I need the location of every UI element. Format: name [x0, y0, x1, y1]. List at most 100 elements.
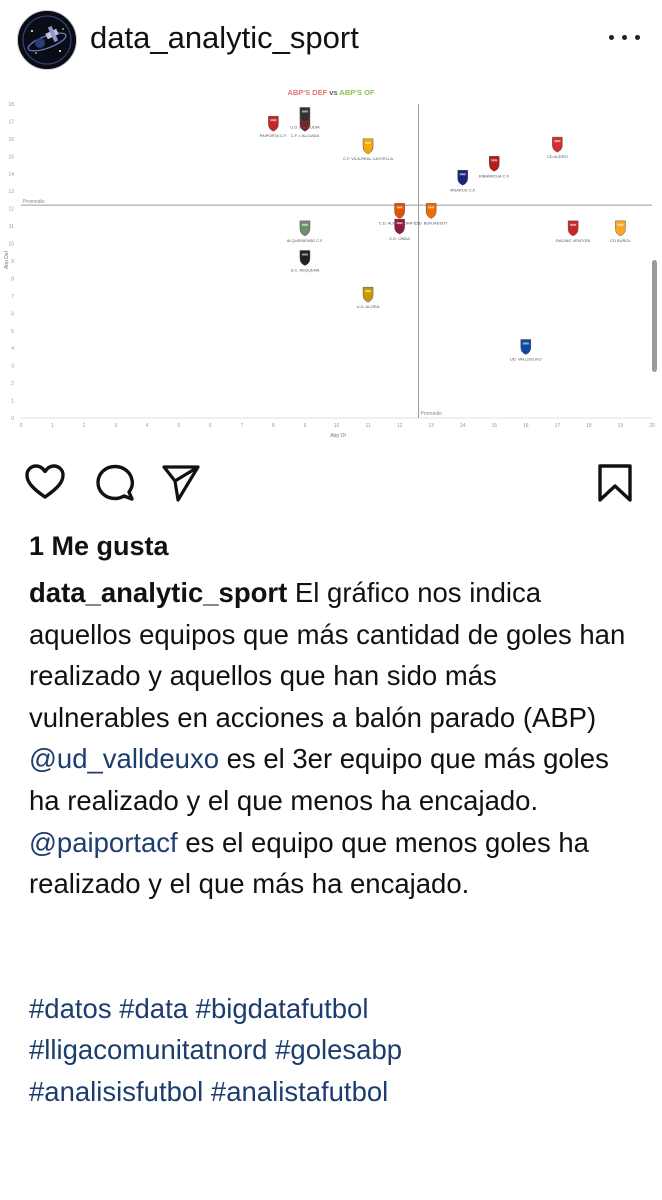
x-tick-label: 9: [304, 423, 307, 429]
average-label-vertical: Promedio: [421, 411, 443, 417]
hashtags-line-3: #analisisfutbol #analistafutbol: [29, 1071, 644, 1113]
bookmark-icon: [598, 464, 632, 502]
mention-paiportacf[interactable]: @paiportacf: [29, 827, 178, 858]
x-tick-label: 5: [177, 423, 180, 429]
y-tick-label: 7: [11, 294, 14, 300]
team-crest-stripe: [491, 159, 498, 162]
y-tick-label: 14: [8, 172, 14, 178]
hashtags[interactable]: #analisisfutbol #analistafutbol: [29, 1076, 388, 1107]
y-tick-label: 1: [11, 399, 14, 405]
team-label: C.D. ONDA: [389, 236, 410, 241]
team-crest-stripe: [365, 141, 372, 144]
hashtags-line-2: #lligacomunitatnord #golesabp: [29, 1029, 644, 1071]
x-tick-label: 4: [146, 423, 149, 429]
y-tick-label: 0: [11, 416, 14, 422]
post-image[interactable]: ABP'S DEF vs ABP'S OF 0 1 2 3 4 5 6 7 8 9 10 11 12 13 1…: [0, 80, 662, 462]
caption-paragraph-3: @paiportacf es el equipo que menos goles…: [29, 822, 644, 905]
satellite-logo-icon: [18, 11, 76, 69]
likes-count[interactable]: 1 Me gusta: [29, 531, 169, 562]
post-actions: [0, 462, 662, 512]
team-crest-point: [362, 138, 374, 155]
y-tick-label: 3: [11, 364, 14, 370]
x-tick-label: 17: [555, 423, 561, 429]
y-tick-label: 6: [11, 311, 14, 317]
team-crest-point: [299, 107, 311, 123]
y-tick-label: 12: [8, 207, 14, 213]
team-crest-point: [425, 203, 437, 219]
team-label: U.D. ALZIRA: [357, 304, 380, 309]
y-tick-label: 13: [8, 189, 14, 195]
hashtags-line-1: #datos #data #bigdatafutbol: [29, 988, 644, 1030]
team-crest-stripe: [459, 173, 466, 176]
team-crest-point: [362, 286, 374, 303]
team-crest-stripe: [522, 342, 529, 345]
x-tick-label: 11: [365, 423, 370, 429]
x-tick-label: 12: [397, 423, 403, 429]
more-dot: [635, 35, 640, 40]
x-tick-label: 15: [491, 423, 497, 429]
team-label: C.F. L'ALCUDIA: [291, 133, 320, 138]
y-tick-label: 17: [8, 119, 14, 125]
more-dot: [622, 35, 627, 40]
team-crest-stripe: [617, 223, 624, 226]
save-button[interactable]: [594, 462, 636, 504]
x-tick-label: 8: [272, 423, 275, 429]
team-crest-point: [457, 170, 468, 186]
comment-button[interactable]: [94, 462, 136, 504]
team-crest-point: [552, 136, 563, 153]
hashtags[interactable]: #datos #data #bigdatafutbol: [29, 993, 368, 1024]
x-tick-label: 10: [334, 423, 340, 429]
team-label: ALQUERIENSE C.F.: [287, 238, 324, 243]
more-horizontal-icon: [609, 35, 614, 40]
caption-username[interactable]: data_analytic_sport: [29, 577, 287, 608]
chart-title: ABP'S DEF vs ABP'S OF: [287, 88, 374, 97]
team-label: VINAROS C.F.: [450, 187, 476, 192]
chart-title-part: ABP'S OF: [339, 88, 375, 97]
team-crest-point: [567, 220, 579, 237]
team-crest-stripe: [396, 222, 403, 225]
x-tick-label: 7: [240, 423, 243, 429]
average-label-horizontal: Promedio: [23, 199, 45, 205]
team-label: PAIPORTA C.F.: [260, 133, 288, 138]
team-crest-stripe: [270, 119, 277, 122]
caption-paragraph-2: @ud_valldeuxo es el 3er equipo que más g…: [29, 738, 644, 821]
avatar[interactable]: [17, 10, 77, 70]
team-label: UD. VALLDEUXO: [510, 356, 542, 361]
header-username[interactable]: data_analytic_sport: [90, 20, 359, 56]
chart-title-part: ABP'S DEF: [287, 88, 327, 97]
send-icon: [162, 465, 200, 502]
team-label: CD BUÑOL: [610, 238, 631, 243]
caption-paragraph-1: data_analytic_sport El gráfico nos indic…: [29, 572, 644, 738]
x-tick-label: 13: [428, 423, 434, 429]
post-caption: data_analytic_sport El gráfico nos indic…: [29, 572, 644, 1113]
share-button[interactable]: [160, 462, 202, 504]
y-tick-label: 11: [9, 224, 14, 230]
mention-ud-valldeuxo[interactable]: @ud_valldeuxo: [29, 743, 219, 774]
team-crest-stripe: [301, 253, 308, 256]
team-label: RACING VENTORI: [556, 238, 590, 243]
y-axis-label: Abp Def: [4, 250, 10, 269]
team-crest-point: [394, 218, 405, 235]
more-options-button[interactable]: [608, 26, 642, 48]
team-crest-stripe: [396, 206, 403, 209]
y-tick-label: 18: [8, 102, 14, 108]
x-tick-label: 1: [51, 423, 54, 429]
team-crest-point: [489, 156, 500, 172]
image-scrollbar[interactable]: [652, 260, 657, 372]
x-tick-label: 18: [586, 423, 592, 429]
x-tick-label: 16: [523, 423, 529, 429]
team-crest-point: [520, 339, 532, 355]
like-button[interactable]: [24, 462, 66, 504]
team-crest-stripe: [301, 223, 308, 226]
scatter-chart: ABP'S DEF vs ABP'S OF0123456789101112131…: [4, 88, 655, 439]
y-tick-label: 15: [8, 154, 14, 160]
y-tick-label: 5: [11, 329, 14, 335]
hashtags[interactable]: #lligacomunitatnord #golesabp: [29, 1034, 402, 1065]
team-crest-point: [299, 250, 311, 266]
team-crest-point: [615, 220, 626, 237]
chart-title-part: vs: [327, 88, 339, 97]
team-label: RIBARROJA C.F.: [479, 173, 510, 178]
team-label: U.D. L'ALCUDIA: [290, 124, 320, 129]
team-crest-point: [268, 115, 279, 132]
